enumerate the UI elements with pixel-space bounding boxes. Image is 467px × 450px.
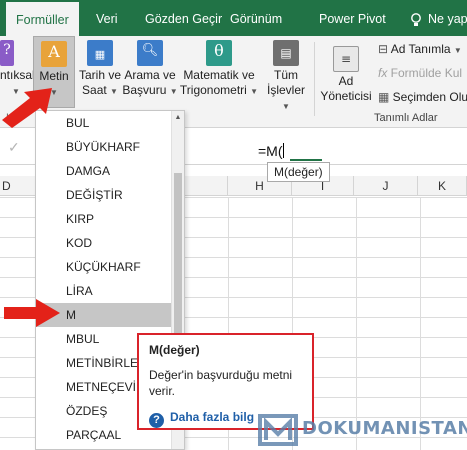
defined-names-group-label: Tanımlı Adlar [374,112,438,124]
all-functions-label-1: Tüm [274,68,298,82]
tell-me-box[interactable]: Ne yap [410,0,467,36]
list-item[interactable]: KÜÇÜKHARF [36,255,184,279]
scroll-up-icon[interactable]: ▲ [173,113,183,123]
math-label-2: Trigonometri [179,83,247,97]
name-manager-button[interactable]: ≡ Ad Yöneticisi [318,46,374,104]
logical-icon: ? [0,40,14,66]
create-from-selection-button[interactable]: ▦ Seçimden Olu [378,90,467,104]
more-info-link[interactable]: ? Daha fazla bilg [149,410,254,428]
use-in-formula-label: Formülde Kul [390,66,463,80]
lookup-icon: 🔍︎ [137,40,163,66]
tab-gorunum[interactable]: Görünüm [230,0,282,36]
column-header-j[interactable]: J [354,176,418,196]
list-item[interactable]: DAMGA [36,159,184,183]
ribbon-separator [314,42,315,116]
formula-text: =M( [258,143,283,159]
lookup-label-2: Başvuru [122,83,167,97]
watermark-text: DOKUMANISTAN [302,418,467,439]
text-icon: A [41,41,67,67]
define-name-label: Ad Tanımla [390,42,451,56]
help-icon: ? [149,413,164,428]
name-manager-label-1: Ad [338,74,354,88]
more-info-label: Daha fazla bilg [170,410,255,424]
column-header-k[interactable]: K [418,176,467,196]
date-time-button[interactable]: ▦ Tarih ve Saat ▼ [78,40,122,99]
list-item[interactable]: KIRP [36,207,184,231]
red-arrow-icon [2,88,52,128]
name-manager-icon: ≡ [333,46,359,72]
enter-check-icon[interactable]: ✓ [8,139,20,156]
lookup-reference-button[interactable]: 🔍︎ Arama ve Başvuru ▼ [122,40,178,99]
lightbulb-icon [411,12,421,26]
fx-icon: fx [378,66,391,80]
tell-me-label: Ne yap [428,12,467,26]
date-time-label-1: Tarih ve [78,68,122,82]
math-trig-button[interactable]: θ Matematik ve Trigonometri ▼ [178,40,260,99]
red-arrow-icon [4,299,60,327]
watermark-logo: DOKUMANISTAN [258,410,467,448]
define-name-button[interactable]: ⊟ Ad Tanımla ▼ [378,42,462,56]
tab-gozden-gecir[interactable]: Gözden Geçir [145,0,222,36]
library-icon: ▤ [273,40,299,66]
list-item[interactable]: DEĞİŞTİR [36,183,184,207]
calendar-icon: ▦ [87,40,113,66]
tab-veri[interactable]: Veri [96,0,118,36]
ribbon-tab-bar: Formüller Veri Gözden Geçir Görünüm Powe… [0,0,467,36]
use-in-formula-button[interactable]: fx Formülde Kul [378,66,462,80]
function-tip-description: Değer'in başvurduğu metni verir. [149,368,293,398]
watermark-m-icon [258,414,298,446]
text-functions-label: Metin [39,69,69,83]
tag-icon: ⊟ [378,42,391,56]
math-label-1: Matematik ve [183,68,255,82]
lookup-label-1: Arama ve [124,68,176,82]
formula-input[interactable]: =M( [258,143,284,159]
list-item[interactable]: BÜYÜKHARF [36,135,184,159]
name-manager-label-2: Yöneticisi [320,89,372,103]
theta-icon: θ [206,40,232,66]
scrollbar-thumb[interactable] [174,173,182,333]
text-cursor [282,143,284,158]
tab-formuller[interactable]: Formüller [6,2,79,36]
function-signature-tooltip: M(değer) [267,162,330,182]
all-functions-label-2: İşlevler [266,83,305,97]
tab-power-pivot[interactable]: Power Pivot [319,0,386,36]
function-tip-signature: M(değer) [149,343,200,357]
column-header-d[interactable]: D [0,176,36,196]
logical-label: ntıksal [0,68,35,82]
date-time-label-2: Saat [82,83,107,97]
grid-select-icon: ▦ [378,90,393,104]
formula-underline [290,159,322,161]
list-item[interactable]: KOD [36,231,184,255]
create-from-selection-label: Seçimden Olu [392,90,467,104]
all-functions-button[interactable]: ▤ Tüm İşlevler ▼ [262,40,310,114]
